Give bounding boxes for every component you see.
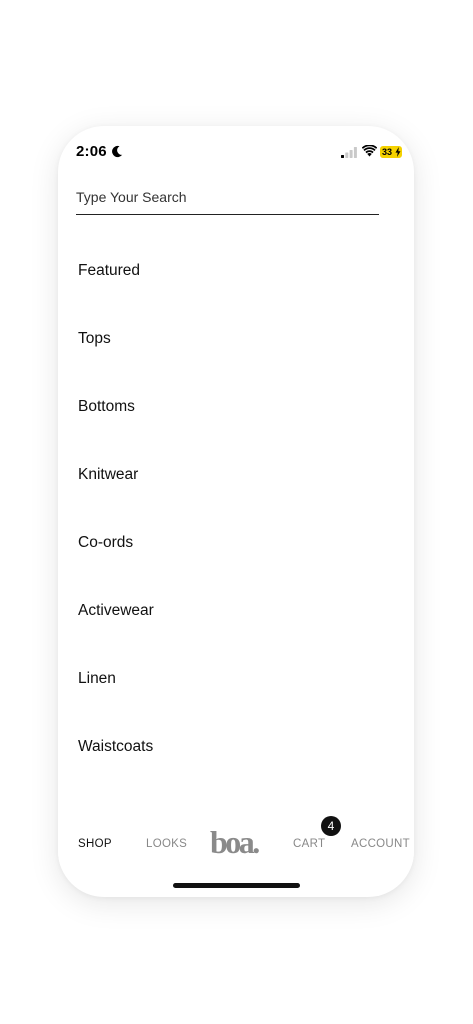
battery-charging-icon: 33	[380, 146, 402, 158]
search-input[interactable]	[76, 182, 379, 212]
home-indicator[interactable]	[173, 883, 300, 888]
status-time: 2:06	[76, 143, 107, 160]
screenshot-stage: 2:06 33 Type Your Search Featured Tops B…	[0, 0, 473, 1024]
boa-logo[interactable]: boa.	[210, 822, 260, 862]
category-featured[interactable]: Featured	[78, 256, 140, 286]
status-bar: 2:06 33	[58, 126, 414, 178]
bolt-icon	[395, 147, 401, 157]
nav-shop[interactable]: SHOP	[78, 838, 112, 850]
category-co-ords[interactable]: Co-ords	[78, 528, 133, 558]
nav-looks[interactable]: LOOKS	[146, 838, 187, 850]
bottom-nav: SHOP LOOKS boa. CART 4 ACCOUNT	[58, 816, 414, 866]
category-linen[interactable]: Linen	[78, 664, 116, 694]
category-tops[interactable]: Tops	[78, 324, 111, 354]
list-fade-overlay	[58, 788, 414, 814]
category-waistcoats[interactable]: Waistcoats	[78, 732, 153, 762]
phone-screen: 2:06 33 Type Your Search Featured Tops B…	[58, 126, 414, 897]
signal-icon	[341, 147, 357, 158]
moon-icon	[112, 145, 123, 158]
category-bottoms[interactable]: Bottoms	[78, 392, 135, 422]
category-list: Featured Tops Bottoms Knitwear Co-ords A…	[58, 236, 414, 814]
cart-count-badge: 4	[321, 816, 341, 836]
wifi-icon	[362, 145, 377, 157]
nav-cart[interactable]: CART	[293, 838, 325, 850]
search-bar	[76, 182, 379, 215]
nav-account[interactable]: ACCOUNT	[351, 838, 410, 850]
category-activewear[interactable]: Activewear	[78, 596, 154, 626]
battery-level: 33	[382, 147, 393, 157]
category-knitwear[interactable]: Knitwear	[78, 460, 138, 490]
